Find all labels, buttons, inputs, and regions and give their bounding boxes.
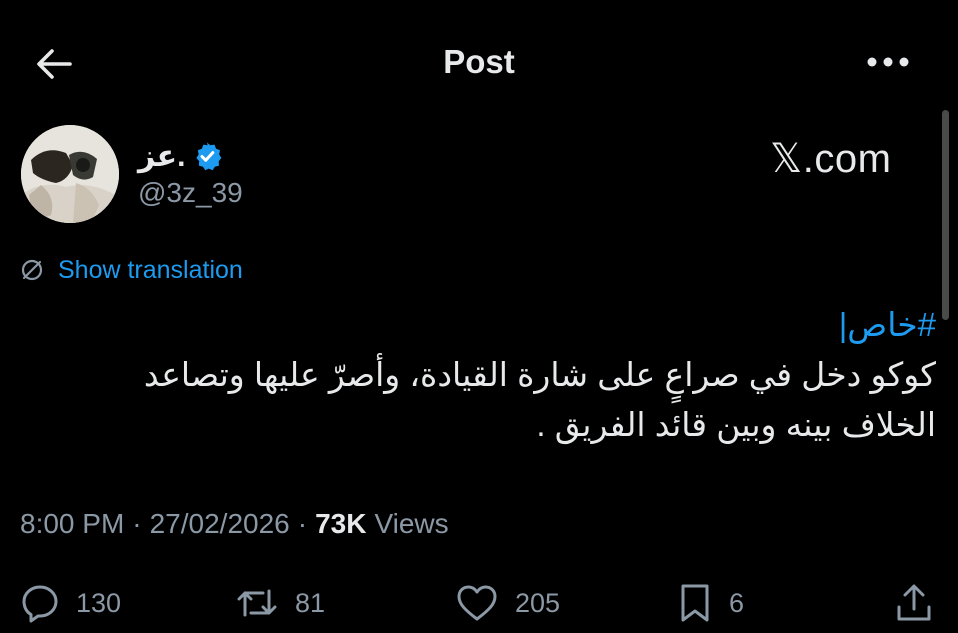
share-button[interactable] (894, 583, 934, 623)
author-name: عز. (138, 139, 186, 173)
translation-label: Show translation (58, 255, 243, 284)
bookmark-icon (681, 584, 709, 622)
page-title: Post (443, 43, 515, 80)
hashtag-link[interactable]: #خاص| (96, 300, 936, 350)
post-date: 27/02/2026 (149, 508, 290, 539)
reply-count: 130 (76, 587, 122, 618)
like-icon (457, 585, 497, 621)
bookmark-count: 6 (729, 587, 745, 618)
reply-button[interactable]: 130 (20, 583, 121, 623)
reply-icon (22, 585, 58, 623)
repost-count: 81 (295, 587, 326, 618)
verified-icon (195, 142, 221, 171)
post-time: 8:00 PM (20, 508, 125, 539)
repost-icon (237, 589, 277, 617)
back-arrow-icon (37, 49, 72, 79)
views-count[interactable]: 73K (315, 508, 366, 540)
meta-separator: · (132, 508, 142, 539)
post-meta: 8:00 PM · 27/02/2026 · 73K Views (20, 508, 449, 540)
post-body: #خاص| كوكو دخل في صراعٍ على شارة القيادة… (96, 300, 936, 450)
avatar[interactable] (21, 125, 119, 223)
watermark: 𝕏.com (770, 137, 892, 181)
show-translation-button[interactable]: Show translation (20, 255, 243, 285)
translate-icon (21, 259, 43, 281)
share-icon (897, 584, 931, 621)
like-count: 205 (515, 587, 561, 618)
repost-button[interactable]: 81 (235, 583, 325, 623)
scrollbar[interactable] (942, 110, 949, 320)
meta-separator: · (297, 508, 308, 539)
author-handle[interactable]: @3z_39 (138, 177, 243, 209)
back-button[interactable] (30, 40, 78, 88)
author-name-row[interactable]: عز. (138, 136, 222, 176)
bookmark-button[interactable]: 6 (677, 583, 744, 623)
more-options-button[interactable] (858, 42, 918, 82)
views-label: Views (374, 508, 449, 539)
post-text: كوكو دخل في صراعٍ على شارة القيادة، وأصر… (143, 356, 936, 443)
like-button[interactable]: 205 (455, 583, 560, 623)
more-icon (867, 57, 909, 67)
